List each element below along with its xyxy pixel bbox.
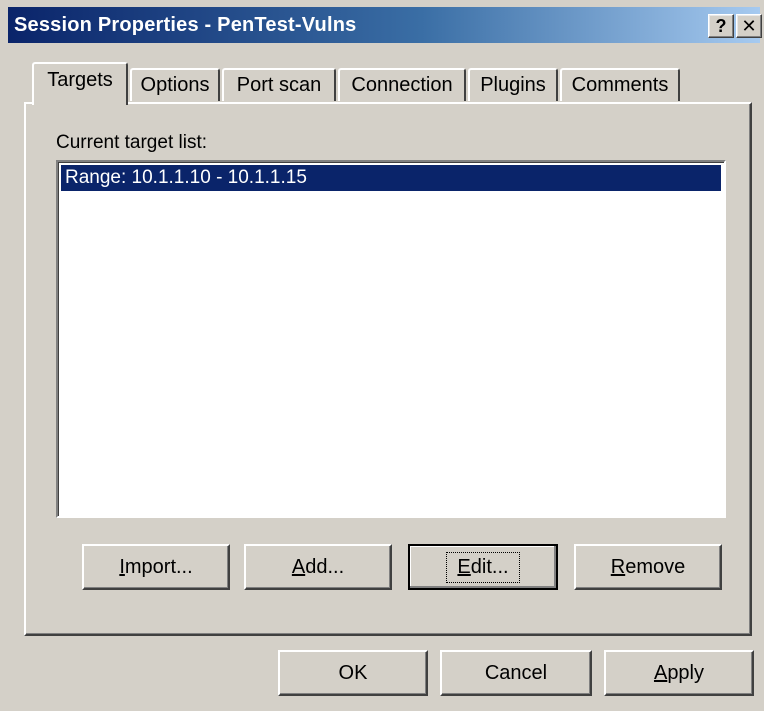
remove-button[interactable]: Remove	[574, 544, 722, 590]
apply-label: pply	[667, 661, 705, 684]
list-item[interactable]: Range: 10.1.1.10 - 10.1.1.15	[61, 165, 721, 191]
edit-label: dit...	[470, 555, 509, 578]
focus-ring: Edit...	[446, 551, 520, 583]
tab-options[interactable]: Options	[130, 68, 220, 101]
edit-mnemonic: E	[457, 555, 471, 578]
session-properties-dialog: Session Properties - PenTest-Vulns ? ✕ T…	[0, 0, 764, 711]
import-label: mport...	[124, 555, 193, 578]
add-label: dd...	[305, 555, 345, 578]
cancel-button[interactable]: Cancel	[440, 650, 592, 696]
import-button[interactable]: Import...	[82, 544, 230, 590]
window-title: Session Properties - PenTest-Vulns	[14, 14, 357, 36]
title-bar[interactable]: Session Properties - PenTest-Vulns ? ✕	[8, 7, 762, 43]
tab-targets[interactable]: Targets	[32, 62, 128, 105]
apply-button[interactable]: Apply	[604, 650, 754, 696]
close-icon[interactable]: ✕	[736, 14, 762, 38]
tab-port-scan[interactable]: Port scan	[222, 68, 336, 101]
remove-mnemonic: R	[610, 555, 626, 578]
add-button[interactable]: Add...	[244, 544, 392, 590]
edit-button[interactable]: Edit...	[408, 544, 558, 590]
remove-label: emove	[625, 555, 686, 578]
add-mnemonic: A	[291, 555, 306, 578]
ok-button[interactable]: OK	[278, 650, 428, 696]
target-listbox[interactable]: Range: 10.1.1.10 - 10.1.1.15	[56, 160, 726, 518]
help-icon[interactable]: ?	[708, 14, 734, 38]
target-list-label: Current target list:	[56, 132, 207, 153]
tab-connection[interactable]: Connection	[338, 68, 466, 101]
tab-comments[interactable]: Comments	[560, 68, 680, 101]
tab-plugins[interactable]: Plugins	[468, 68, 558, 101]
apply-mnemonic: A	[653, 661, 668, 684]
